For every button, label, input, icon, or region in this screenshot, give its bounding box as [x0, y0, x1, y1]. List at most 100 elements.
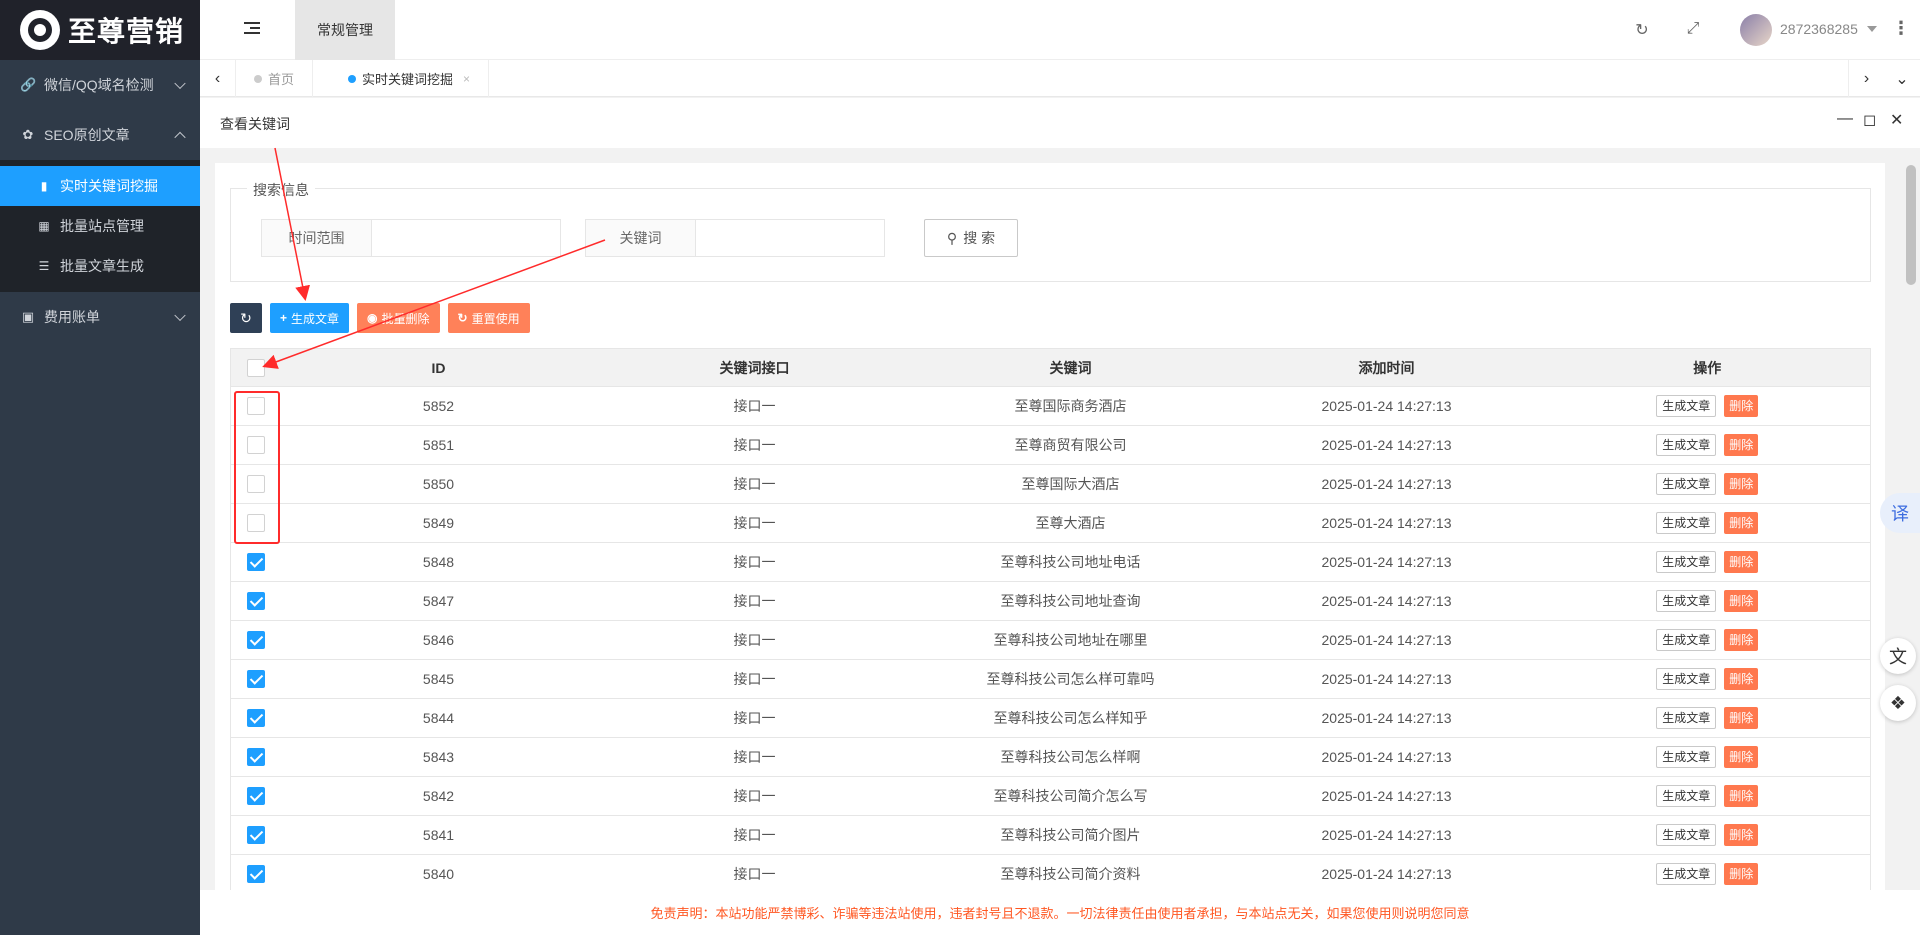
avatar[interactable] [1740, 14, 1772, 46]
row-generate-button[interactable]: 生成文章 [1656, 746, 1717, 768]
cell-id: 5852 [280, 386, 597, 426]
table-row: 5843 接口一 至尊科技公司怎么样啊 2025-01-24 14:27:13 生成文章… [230, 737, 1871, 777]
top-header: 常规管理 ↻ ⤢ 2872368285 ⋮ [200, 0, 1920, 60]
cell-keyword: 至尊大酒店 [912, 503, 1229, 543]
keyword-field: 关键词 [585, 219, 885, 257]
reset-button[interactable]: ↻ 重置使用 [447, 303, 530, 333]
row-generate-button[interactable]: 生成文章 [1656, 512, 1717, 534]
tabs-scroll-left-icon[interactable]: ‹ [200, 60, 236, 97]
row-delete-button[interactable]: 删除 [1724, 707, 1759, 729]
more-icon[interactable]: ⋮ [1892, 18, 1910, 39]
row-select-cell [230, 542, 281, 582]
row-delete-button[interactable]: 删除 [1724, 395, 1759, 417]
scrollbar-thumb[interactable] [1906, 165, 1916, 285]
tab-home[interactable]: 首页 [236, 60, 314, 97]
row-generate-button[interactable]: 生成文章 [1656, 551, 1717, 573]
row-checkbox[interactable] [246, 436, 265, 455]
translate-button[interactable]: 译 [1880, 493, 1920, 533]
row-checkbox[interactable] [246, 826, 265, 845]
cell-keyword: 至尊科技公司简介图片 [912, 815, 1229, 855]
row-generate-button[interactable]: 生成文章 [1656, 434, 1717, 456]
top-tab-general[interactable]: 常规管理 [295, 0, 395, 60]
row-generate-button[interactable]: 生成文章 [1656, 590, 1717, 612]
row-select-cell [230, 659, 281, 699]
search-button[interactable]: ⚲ 搜 索 [924, 219, 1018, 257]
row-delete-button[interactable]: 删除 [1724, 863, 1759, 885]
refresh-icon[interactable]: ↻ [1632, 20, 1652, 40]
sidebar-group-domain-check[interactable]: 🔗 微信/QQ域名检测 [0, 60, 200, 110]
sidebar-group-seo[interactable]: ✿ SEO原创文章 [0, 110, 200, 160]
row-generate-button[interactable]: 生成文章 [1656, 707, 1717, 729]
row-delete-button[interactable]: 删除 [1724, 824, 1759, 846]
row-delete-button[interactable]: 删除 [1724, 473, 1759, 495]
cell-id: 5841 [280, 815, 597, 855]
batch-delete-button[interactable]: ◉ 批量删除 [357, 303, 440, 333]
username[interactable]: 2872368285 [1780, 21, 1858, 37]
row-checkbox[interactable] [246, 475, 265, 494]
row-generate-button[interactable]: 生成文章 [1656, 629, 1717, 651]
row-checkbox[interactable] [246, 787, 265, 806]
sidebar-item-keyword-mining[interactable]: ▮ 实时关键词挖掘 [0, 166, 200, 206]
table-row: 5849 接口一 至尊大酒店 2025-01-24 14:27:13 生成文章 删除 [230, 503, 1871, 543]
cell-time: 2025-01-24 14:27:13 [1228, 776, 1545, 816]
row-delete-button[interactable]: 删除 [1724, 785, 1759, 807]
row-delete-button[interactable]: 删除 [1724, 512, 1759, 534]
row-generate-button[interactable]: 生成文章 [1656, 863, 1717, 885]
column-header[interactable]: ID [280, 348, 597, 387]
cell-api: 接口一 [596, 620, 913, 660]
minimize-icon[interactable]: — [1837, 110, 1853, 128]
row-delete-button[interactable]: 删除 [1724, 434, 1759, 456]
sidebar-group-billing[interactable]: ▣ 费用账单 [0, 292, 200, 342]
translate-tool-icon[interactable]: 文 [1880, 638, 1916, 674]
row-checkbox[interactable] [246, 865, 265, 884]
sidebar-item-site-management[interactable]: ▦ 批量站点管理 [0, 206, 200, 246]
row-delete-button[interactable]: 删除 [1724, 551, 1759, 573]
cell-api: 接口一 [596, 464, 913, 504]
sidebar-item-article-generation[interactable]: ☰ 批量文章生成 [0, 246, 200, 286]
row-checkbox[interactable] [246, 592, 265, 611]
tabs-scroll-right-icon[interactable]: › [1848, 60, 1884, 97]
caret-down-icon[interactable] [1867, 26, 1877, 32]
tabs-dropdown-icon[interactable]: ⌄ [1884, 60, 1920, 97]
time-range-field: 时间范围 [261, 219, 561, 257]
seo-submenu: ▮ 实时关键词挖掘 ▦ 批量站点管理 ☰ 批量文章生成 [0, 160, 200, 292]
row-checkbox[interactable] [246, 397, 265, 416]
cell-id: 5844 [280, 698, 597, 738]
row-checkbox[interactable] [246, 631, 265, 650]
row-generate-button[interactable]: 生成文章 [1656, 668, 1717, 690]
close-icon[interactable]: × [463, 72, 470, 86]
row-checkbox[interactable] [246, 709, 265, 728]
link-icon: 🔗 [20, 77, 37, 92]
row-checkbox[interactable] [246, 553, 265, 572]
row-generate-button[interactable]: 生成文章 [1656, 785, 1717, 807]
column-header[interactable]: 关键词 [912, 348, 1229, 387]
cell-actions: 生成文章 删除 [1544, 854, 1871, 890]
row-delete-button[interactable]: 删除 [1724, 590, 1759, 612]
refresh-button[interactable]: ↻ [230, 303, 262, 333]
close-icon[interactable]: ✕ [1890, 110, 1903, 130]
maximize-icon[interactable]: ◻ [1863, 110, 1876, 130]
column-header: 操作 [1544, 348, 1871, 387]
time-range-input[interactable] [372, 220, 560, 256]
row-checkbox[interactable] [246, 514, 265, 533]
sitemap-icon: ▦ [38, 219, 50, 233]
row-delete-button[interactable]: 删除 [1724, 746, 1759, 768]
table-row: 5842 接口一 至尊科技公司简介怎么写 2025-01-24 14:27:13 生成文… [230, 776, 1871, 816]
menu-toggle-icon[interactable] [244, 22, 260, 36]
keyword-input[interactable] [696, 220, 884, 256]
row-checkbox[interactable] [246, 670, 265, 689]
fullscreen-icon[interactable]: ⤢ [1683, 20, 1703, 38]
row-checkbox[interactable] [246, 748, 265, 767]
generate-article-button[interactable]: + 生成文章 [270, 303, 350, 333]
row-generate-button[interactable]: 生成文章 [1656, 473, 1717, 495]
tab-keyword-mining[interactable]: 实时关键词挖掘 × [330, 60, 490, 97]
row-delete-button[interactable]: 删除 [1724, 629, 1759, 651]
row-generate-button[interactable]: 生成文章 [1656, 824, 1717, 846]
column-header[interactable]: 添加时间 [1228, 348, 1545, 387]
brand-logo[interactable]: 至尊营销 [0, 0, 200, 60]
select-all-checkbox[interactable] [246, 358, 265, 377]
column-header[interactable]: 关键词接口 [596, 348, 913, 387]
row-generate-button[interactable]: 生成文章 [1656, 395, 1717, 417]
row-delete-button[interactable]: 删除 [1724, 668, 1759, 690]
network-icon[interactable]: ❖ [1880, 685, 1916, 721]
